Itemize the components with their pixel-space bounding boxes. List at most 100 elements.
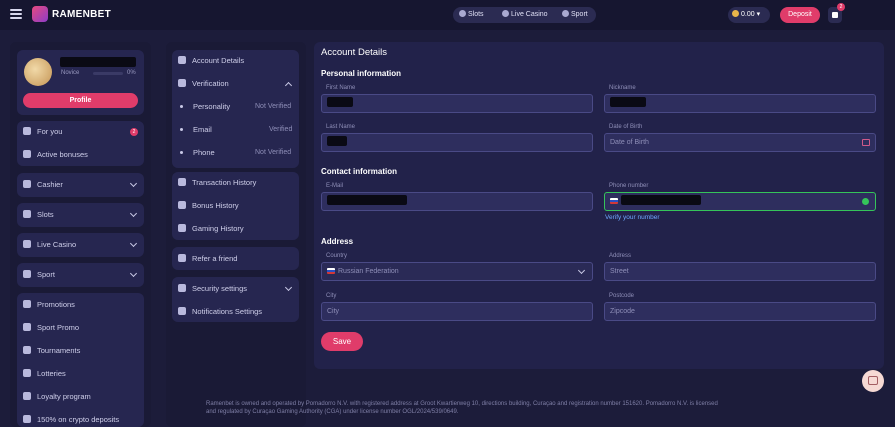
redacted-last-name — [327, 136, 347, 146]
document-icon — [178, 178, 186, 186]
menu-notifications-settings-label: Notifications Settings — [192, 307, 263, 316]
deposit-button[interactable]: Deposit — [780, 7, 820, 23]
live-casino-icon — [23, 240, 31, 248]
footer-text: Ramenbet is owned and operated by Pomado… — [206, 400, 846, 416]
coin-icon — [732, 10, 739, 17]
menu-cashier-label: Cashier — [37, 180, 63, 189]
menu-loyalty-label: Loyalty program — [37, 392, 91, 401]
country-label: Country — [326, 253, 348, 259]
page-title: Account Details — [321, 47, 388, 58]
menu-transaction-history-label: Transaction History — [192, 178, 257, 187]
trophy-icon — [23, 346, 31, 354]
nav-slots[interactable]: Slots — [459, 7, 484, 23]
menu-for-you[interactable]: For you — [23, 125, 62, 139]
balance-value: 0.00 — [741, 11, 755, 18]
dob-field[interactable]: Date of Birth — [604, 133, 876, 152]
personality-status: Not Verified — [255, 103, 292, 110]
menu-email[interactable]: Email — [180, 123, 212, 137]
menu-active-bonuses[interactable]: Active bonuses — [23, 148, 88, 162]
menu-personality-label: Personality — [193, 102, 231, 111]
email-label: E-Mail — [326, 183, 344, 189]
city-placeholder: City — [327, 308, 340, 315]
bullet-icon — [180, 151, 183, 154]
menu-account-details[interactable]: Account Details — [178, 54, 244, 68]
address-placeholder: Street — [610, 268, 629, 275]
russia-flag-icon — [610, 198, 618, 204]
menu-refer-friend[interactable]: Refer a friend — [178, 252, 237, 266]
first-name-field[interactable] — [321, 94, 593, 113]
menu-personality[interactable]: Personality — [180, 100, 230, 114]
redacted-email — [327, 195, 407, 205]
menu-lotteries[interactable]: Lotteries — [23, 367, 66, 381]
menu-phone[interactable]: Phone — [180, 146, 215, 160]
menu-tournaments[interactable]: Tournaments — [23, 344, 80, 358]
email-field[interactable] — [321, 192, 593, 211]
country-select[interactable]: Russian Federation — [321, 262, 593, 281]
last-name-field[interactable] — [321, 133, 593, 152]
crypto-icon — [23, 415, 31, 423]
phone-status: Not Verified — [255, 149, 292, 156]
menu-sport-promo-label: Sport Promo — [37, 323, 80, 332]
nav-sport-label: Sport — [571, 11, 588, 18]
verify-phone-link[interactable]: Verify your number — [605, 214, 660, 221]
nickname-field[interactable] — [604, 94, 876, 113]
for-you-icon — [23, 127, 31, 135]
lottery-icon — [23, 369, 31, 377]
menu-icon[interactable] — [10, 9, 22, 19]
menu-account-details-label: Account Details — [192, 56, 245, 65]
menu-refer-friend-label: Refer a friend — [192, 254, 238, 263]
menu-live-casino[interactable]: Live Casino — [23, 238, 76, 252]
menu-sport-label: Sport — [37, 270, 55, 279]
menu-transaction-history[interactable]: Transaction History — [178, 176, 256, 190]
menu-gaming-history[interactable]: Gaming History — [178, 222, 244, 236]
bonuses-icon — [23, 150, 31, 158]
nav-live-casino[interactable]: Live Casino — [502, 7, 548, 23]
menu-verification-label: Verification — [192, 79, 229, 88]
chat-icon[interactable] — [862, 370, 884, 392]
nav-sport[interactable]: Sport — [562, 7, 588, 23]
profile-button[interactable]: Profile — [23, 93, 138, 108]
promotions-icon — [23, 300, 31, 308]
address-field[interactable]: Street — [604, 262, 876, 281]
for-you-badge: 2 — [130, 128, 138, 136]
avatar[interactable] — [24, 58, 52, 86]
menu-slots[interactable]: Slots — [23, 208, 54, 222]
russia-flag-icon — [327, 268, 335, 274]
promo-card — [17, 293, 144, 427]
menu-promotions[interactable]: Promotions — [23, 298, 75, 312]
footer-line-1: Ramenbet is owned and operated by Pomado… — [206, 401, 718, 407]
menu-email-label: Email — [193, 125, 212, 134]
account-icon — [178, 56, 186, 64]
postcode-field[interactable]: Zipcode — [604, 302, 876, 321]
redacted-phone — [621, 195, 701, 205]
calendar-icon[interactable] — [862, 139, 870, 146]
footer-line-2: and regulated by Curaçao Gaming Authorit… — [206, 409, 459, 415]
postcode-placeholder: Zipcode — [610, 308, 635, 315]
loyalty-icon — [23, 392, 31, 400]
chevron-down-icon — [577, 266, 586, 275]
live-casino-icon — [502, 10, 509, 17]
menu-crypto[interactable]: 150% on crypto deposits — [23, 413, 119, 427]
phone-field[interactable] — [604, 192, 876, 211]
postcode-label: Postcode — [609, 293, 635, 299]
menu-verification[interactable]: Verification — [178, 77, 229, 91]
save-button[interactable]: Save — [321, 332, 363, 351]
menu-sport[interactable]: Sport — [23, 268, 55, 282]
balance-dropdown[interactable]: 0.00 ▾ — [728, 7, 770, 23]
shield-icon — [178, 284, 186, 292]
menu-cashier[interactable]: Cashier — [23, 178, 63, 192]
document-icon — [178, 201, 186, 209]
bullet-icon — [180, 105, 183, 108]
menu-loyalty[interactable]: Loyalty program — [23, 390, 91, 404]
city-field[interactable]: City — [321, 302, 593, 321]
menu-notifications-settings[interactable]: Notifications Settings — [178, 305, 262, 319]
cashier-icon — [23, 180, 31, 188]
menu-sport-promo[interactable]: Sport Promo — [23, 321, 79, 335]
menu-bonus-history[interactable]: Bonus History — [178, 199, 239, 213]
nav-live-casino-label: Live Casino — [511, 11, 548, 18]
menu-security-settings[interactable]: Security settings — [178, 282, 247, 296]
brand-name[interactable]: RAMENBET — [52, 9, 111, 20]
nickname-label: Nickname — [609, 85, 636, 91]
logo-icon[interactable] — [32, 6, 48, 22]
country-value: Russian Federation — [338, 268, 399, 275]
